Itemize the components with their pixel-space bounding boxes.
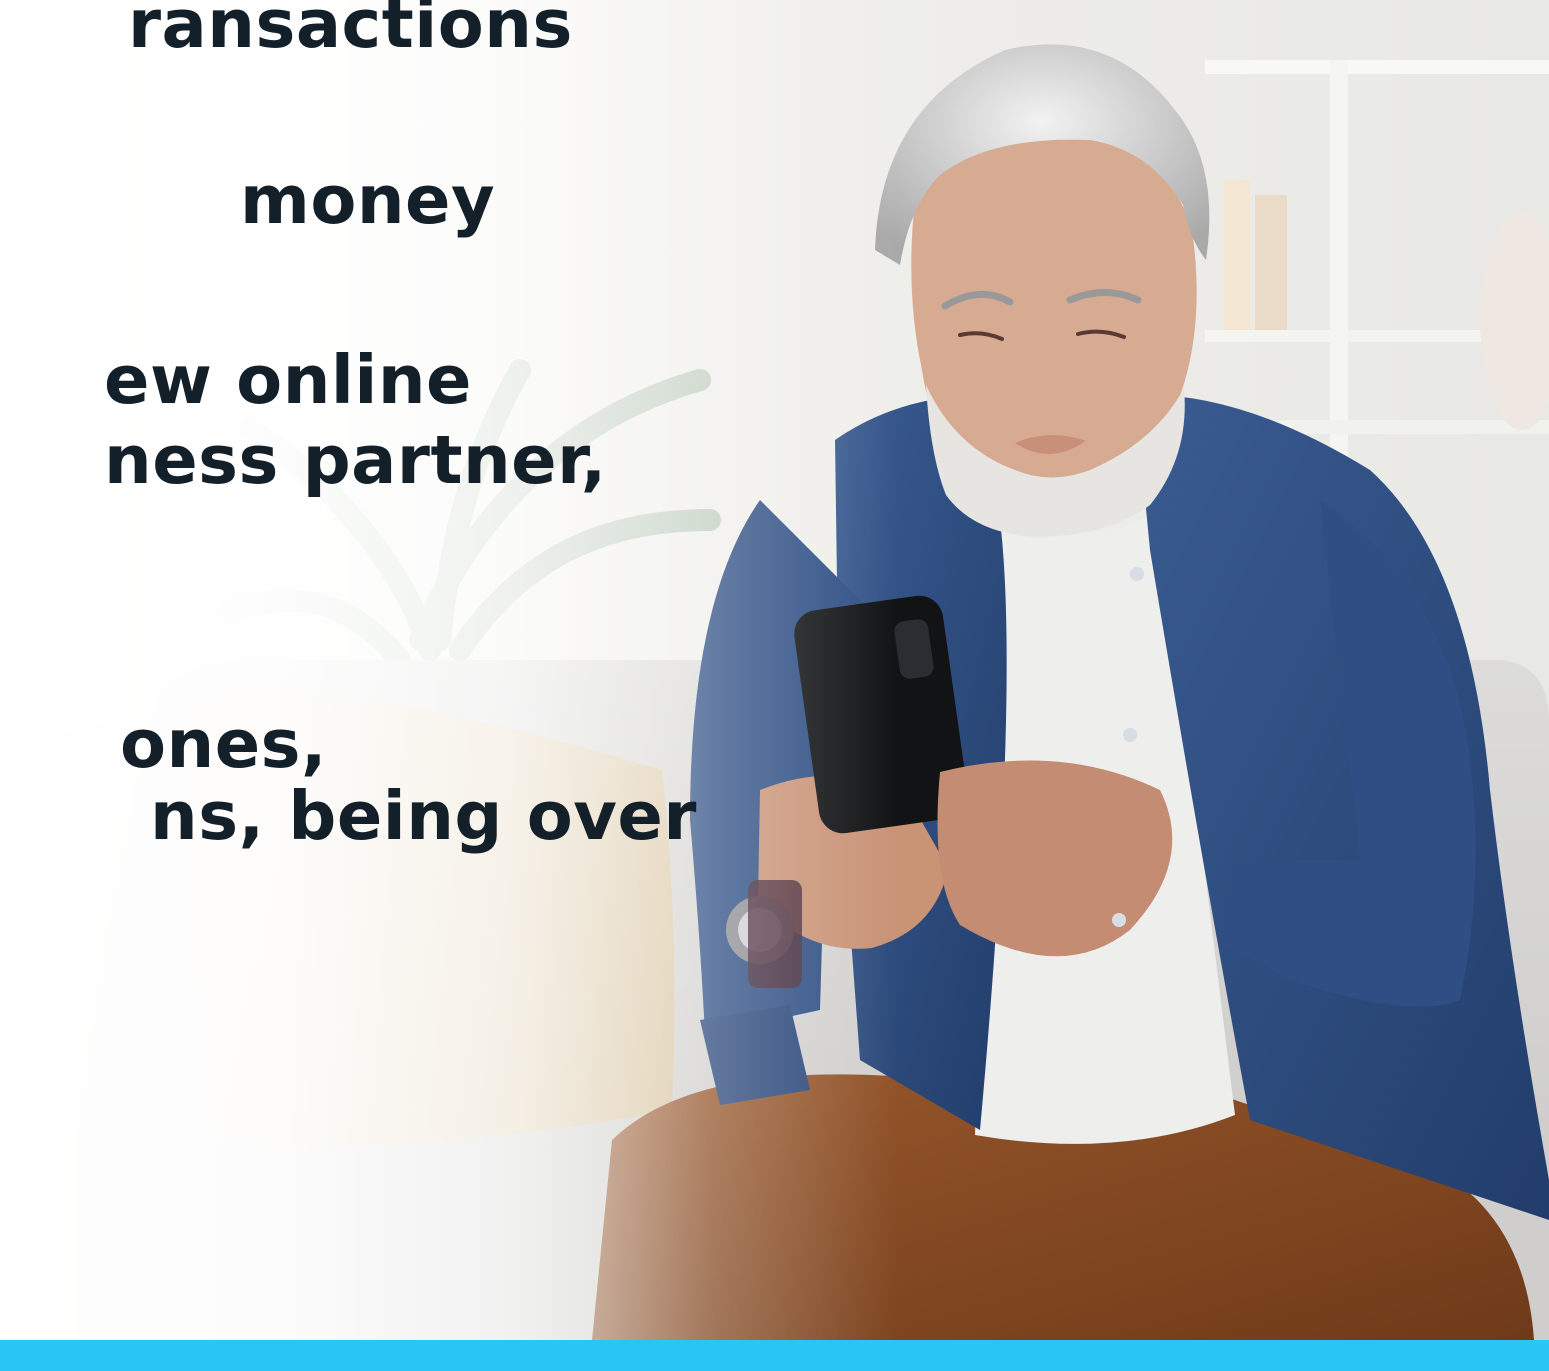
hero-photo (0, 0, 1549, 1340)
headline-line-6: ns, being over (150, 777, 697, 855)
headline-line-3: ew online (104, 341, 472, 419)
headline-line-1: ransactions (128, 0, 573, 63)
headline-line-2: money (240, 161, 496, 239)
headline-line-5: ones, (120, 705, 328, 783)
hero-banner: ransactions money ew online ness partner… (0, 0, 1549, 1371)
accent-bar (0, 1340, 1549, 1371)
headline-line-4: ness partner, (104, 421, 607, 499)
